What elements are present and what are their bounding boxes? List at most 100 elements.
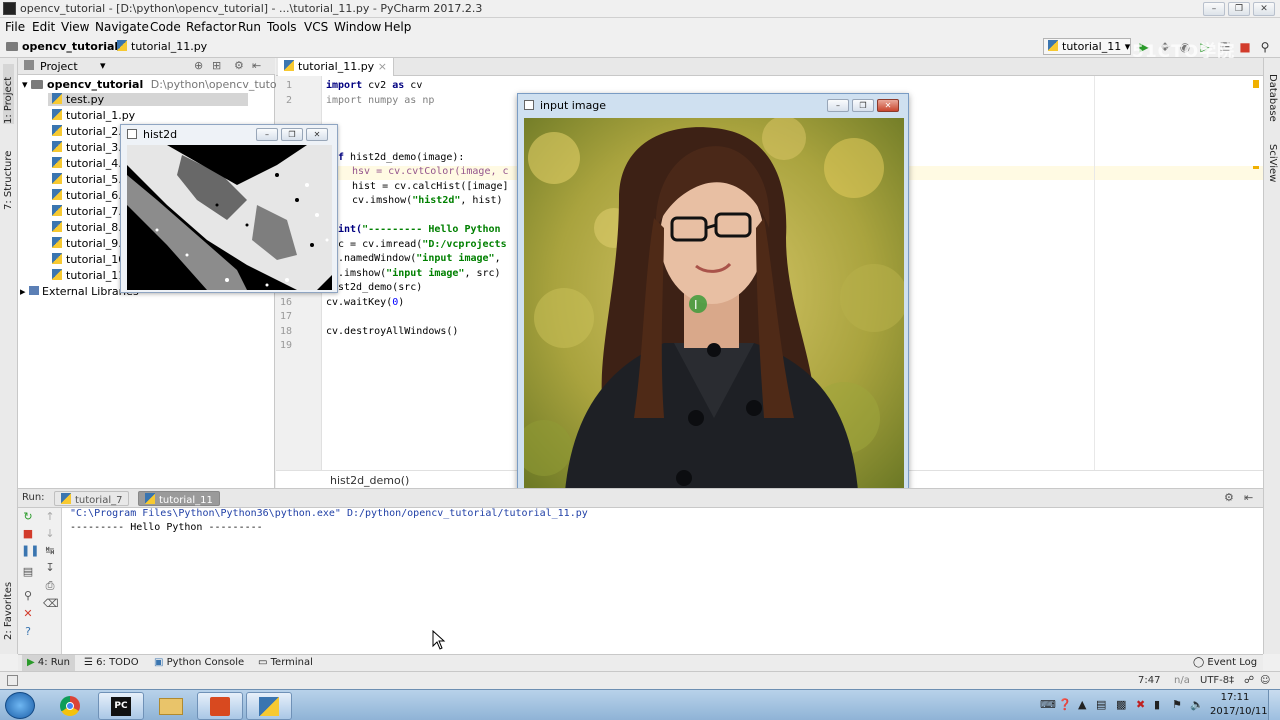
keyboard-icon[interactable]: ⌨ [1040, 698, 1056, 711]
tree-file-item[interactable]: tutorial_8. [52, 221, 122, 234]
project-root-node[interactable]: ▾ opencv_tutorial D:\python\opencv_tutor… [22, 78, 294, 91]
structure-tool-tab[interactable]: 7: Structure [3, 140, 14, 210]
stop-icon[interactable]: ■ [1237, 39, 1253, 55]
run-tab-tutorial-11[interactable]: tutorial_11 [138, 491, 220, 506]
scroll-from-source-icon[interactable]: ⊕ [194, 59, 203, 72]
display-icon[interactable]: ▩ [1116, 698, 1126, 711]
close-icon[interactable]: × [378, 60, 387, 73]
gear-icon[interactable]: ⚙ [234, 59, 244, 72]
python-console-button[interactable]: ▣ Python Console [154, 657, 244, 668]
close-icon[interactable]: ✕ [1253, 2, 1275, 16]
run-tool-button[interactable]: ▶ 4: Run [22, 655, 75, 671]
tree-file-item[interactable]: tutorial_4. [52, 157, 122, 170]
project-tool-tab[interactable]: 1: Project [3, 64, 14, 124]
restore-layout-icon[interactable]: ▤ [21, 566, 35, 578]
editor-breadcrumb[interactable]: hist2d_demo() [330, 474, 409, 487]
minimize-icon[interactable]: – [256, 128, 278, 141]
warning-marker[interactable] [1253, 166, 1259, 169]
menu-navigate[interactable]: Navigate [95, 20, 149, 34]
menu-help[interactable]: Help [384, 20, 411, 34]
close-icon[interactable]: ✕ [877, 99, 899, 112]
menu-tools[interactable]: Tools [267, 20, 297, 34]
tree-file-item[interactable]: tutorial_11 [52, 269, 125, 282]
hide-panel-icon[interactable]: ⇤ [252, 59, 261, 72]
menu-vcs[interactable]: VCS [304, 20, 328, 34]
security-icon[interactable]: ✖ [1136, 698, 1145, 711]
run-tab-tutorial-7[interactable]: tutorial_7 [54, 491, 130, 506]
file-encoding[interactable]: UTF-8‡ [1200, 675, 1234, 686]
soft-wrap-icon[interactable]: ↹ [43, 545, 57, 557]
menu-refactor[interactable]: Refactor [186, 20, 236, 34]
battery-icon[interactable]: ▮ [1154, 698, 1160, 711]
rerun-icon[interactable]: ↻ [21, 511, 35, 523]
pin-icon[interactable]: ⚲ [21, 590, 35, 602]
python-taskbar-item[interactable] [246, 692, 292, 720]
caret-position[interactable]: 7:47 [1138, 675, 1160, 686]
stop-icon[interactable]: ■ [21, 528, 35, 540]
scroll-to-end-icon[interactable]: ↧ [43, 562, 57, 574]
restore-icon[interactable]: ❐ [852, 99, 874, 112]
favorites-tool-tab[interactable]: 2: Favorites [3, 570, 14, 640]
close-icon[interactable]: ✕ [21, 608, 35, 620]
menu-view[interactable]: View [61, 20, 89, 34]
tree-file-item[interactable]: tutorial_7. [52, 205, 122, 218]
help-icon[interactable]: ? [21, 626, 35, 638]
collapse-all-icon[interactable]: ⊞ [212, 59, 221, 72]
nav-file-crumb[interactable]: tutorial_11.py [117, 40, 207, 53]
start-button-icon[interactable] [5, 692, 35, 719]
tree-file-item[interactable]: tutorial_3. [52, 141, 122, 154]
tree-file-item[interactable]: tutorial_6. [52, 189, 122, 202]
run-config-select[interactable]: tutorial_11 ▾ [1043, 38, 1131, 55]
gear-icon[interactable]: ⚙ [1224, 491, 1234, 504]
tree-file-item[interactable]: test.py [48, 93, 248, 106]
restore-icon[interactable]: ❐ [281, 128, 303, 141]
nav-project-crumb[interactable]: opencv_tutorial [6, 40, 118, 53]
flag-icon[interactable]: ⚑ [1172, 698, 1182, 711]
menu-edit[interactable]: Edit [32, 20, 55, 34]
hist2d-window[interactable]: hist2d – ❐ ✕ [120, 124, 338, 293]
tree-file-item[interactable]: tutorial_10 [52, 253, 125, 266]
pycharm-taskbar-item[interactable]: PC [98, 692, 144, 720]
project-panel-title[interactable]: Project [40, 60, 78, 73]
arrow-down-icon[interactable]: ↓ [43, 528, 57, 540]
chrome-taskbar-item[interactable] [48, 692, 94, 720]
pause-icon[interactable]: ❚❚ [21, 545, 39, 557]
office-taskbar-item[interactable] [197, 692, 243, 720]
arrow-up-icon[interactable]: ↑ [43, 511, 57, 523]
menu-file[interactable]: File [5, 20, 25, 34]
help-icon[interactable]: ❓ [1058, 698, 1072, 711]
tree-file-item[interactable]: tutorial_2. [52, 125, 122, 138]
tree-file-item[interactable]: tutorial_5. [52, 173, 122, 186]
minimize-icon[interactable]: – [1203, 2, 1225, 16]
clock[interactable]: 17:11 2017/10/11 [1210, 691, 1268, 719]
print-icon[interactable]: ⎙ [43, 580, 57, 592]
trash-icon[interactable]: ⌫ [43, 598, 59, 610]
minimize-icon[interactable]: – [827, 99, 849, 112]
show-desktop-button[interactable] [1268, 690, 1280, 720]
menu-code[interactable]: Code [150, 20, 181, 34]
explorer-taskbar-item[interactable] [148, 692, 194, 720]
network-icon[interactable]: ▤ [1096, 698, 1106, 711]
search-everywhere-icon[interactable]: ⚲ [1257, 39, 1273, 55]
warning-marker[interactable] [1253, 80, 1259, 88]
hide-panel-icon[interactable]: ⇤ [1244, 491, 1253, 504]
menu-run[interactable]: Run [238, 20, 261, 34]
input-image-window[interactable]: input image – ❐ ✕ I [517, 93, 909, 509]
volume-icon[interactable]: 🔈 [1190, 698, 1204, 711]
sciview-tool-tab[interactable]: SciView [1267, 144, 1278, 204]
inspector-icon[interactable]: ☺ [1260, 675, 1270, 686]
line-separator[interactable]: n/a [1174, 675, 1190, 686]
event-log-button[interactable]: ◯ Event Log [1193, 657, 1257, 668]
terminal-button[interactable]: ▭ Terminal [258, 657, 313, 668]
tool-windows-icon[interactable] [7, 675, 18, 686]
tab-tutorial-11[interactable]: tutorial_11.py × [278, 58, 394, 76]
tray-expand-icon[interactable]: ▲ [1078, 698, 1086, 711]
close-icon[interactable]: ✕ [306, 128, 328, 141]
chevron-down-icon[interactable]: ▾ [100, 59, 106, 72]
database-tool-tab[interactable]: Database [1267, 74, 1278, 134]
tree-file-item[interactable]: tutorial_9. [52, 237, 122, 250]
todo-tool-button[interactable]: ☰ 6: TODO [84, 657, 139, 668]
menu-window[interactable]: Window [334, 20, 381, 34]
tree-file-item[interactable]: tutorial_1.py [52, 109, 135, 122]
restore-icon[interactable]: ❐ [1228, 2, 1250, 16]
